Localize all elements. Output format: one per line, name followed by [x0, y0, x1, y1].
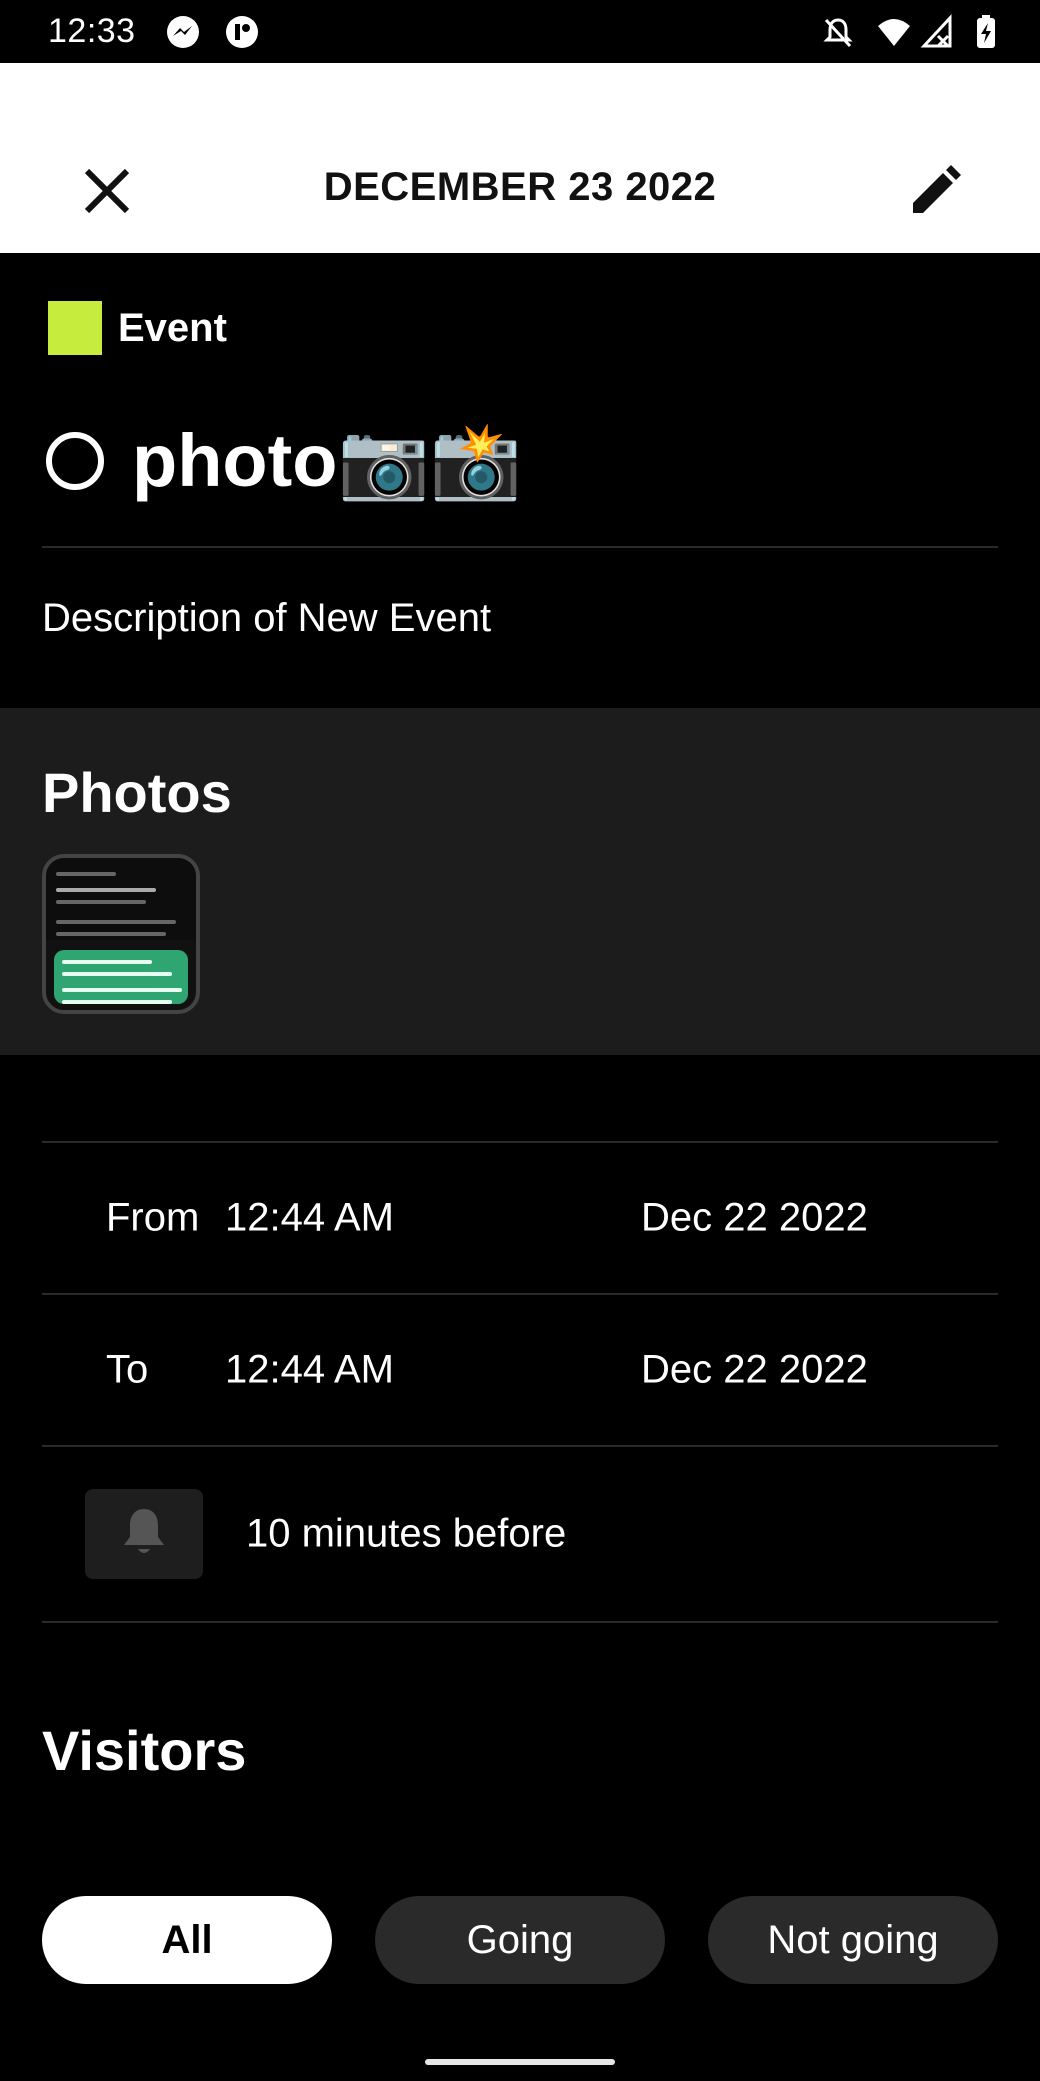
signal-icon: [920, 14, 956, 50]
reminder-text: 10 minutes before: [246, 1511, 567, 1556]
photo-thumbnail[interactable]: [42, 854, 200, 1014]
from-time[interactable]: 12:44 AM: [225, 1196, 394, 1241]
visitor-filter-tabs: All Going Not going: [42, 1896, 998, 1984]
from-date[interactable]: Dec 22 2022: [641, 1196, 868, 1241]
filter-not-going-button[interactable]: Not going: [708, 1896, 998, 1984]
filter-all-button[interactable]: All: [42, 1896, 332, 1984]
filter-going-button[interactable]: Going: [375, 1896, 665, 1984]
messenger-icon: [165, 14, 201, 50]
event-type-label: Event: [118, 305, 227, 350]
event-type: Event: [48, 301, 227, 355]
divider: [42, 546, 998, 548]
event-type-color-swatch: [48, 301, 102, 355]
completion-circle-toggle[interactable]: [46, 432, 104, 490]
app-header: DECEMBER 23 2022: [0, 63, 1040, 253]
event-detail-sheet: Event photo📷📸 Description of New Event P…: [0, 253, 1040, 2081]
divider: [42, 1445, 998, 1447]
photos-title: Photos: [42, 761, 232, 824]
to-date[interactable]: Dec 22 2022: [641, 1348, 868, 1393]
event-title: photo📷📸: [132, 418, 522, 502]
to-time[interactable]: 12:44 AM: [225, 1348, 394, 1393]
edit-button[interactable]: [900, 158, 970, 228]
battery-charging-icon: [968, 14, 1004, 50]
divider: [42, 1621, 998, 1623]
app-icon: [224, 14, 260, 50]
home-indicator[interactable]: [425, 2059, 615, 2065]
photos-section: Photos: [0, 708, 1040, 1055]
event-title-row: photo📷📸: [46, 413, 522, 509]
to-label: To: [106, 1347, 149, 1392]
bell-button[interactable]: [85, 1489, 203, 1579]
from-row: From 12:44 AM Dec 22 2022: [0, 1143, 1040, 1293]
status-bar: 12:33: [0, 0, 1040, 63]
event-description: Description of New Event: [42, 596, 492, 640]
wifi-icon: [876, 14, 912, 50]
bell-icon: [119, 1505, 169, 1564]
notifications-off-icon: [820, 14, 856, 50]
page-title: DECEMBER 23 2022: [323, 165, 717, 209]
reminder-row[interactable]: 10 minutes before: [0, 1489, 1040, 1609]
to-row: To 12:44 AM Dec 22 2022: [0, 1295, 1040, 1445]
visitors-title: Visitors: [42, 1719, 247, 1782]
from-label: From: [106, 1195, 200, 1240]
edit-pencil-icon: [909, 164, 961, 222]
status-time: 12:33: [48, 12, 136, 50]
